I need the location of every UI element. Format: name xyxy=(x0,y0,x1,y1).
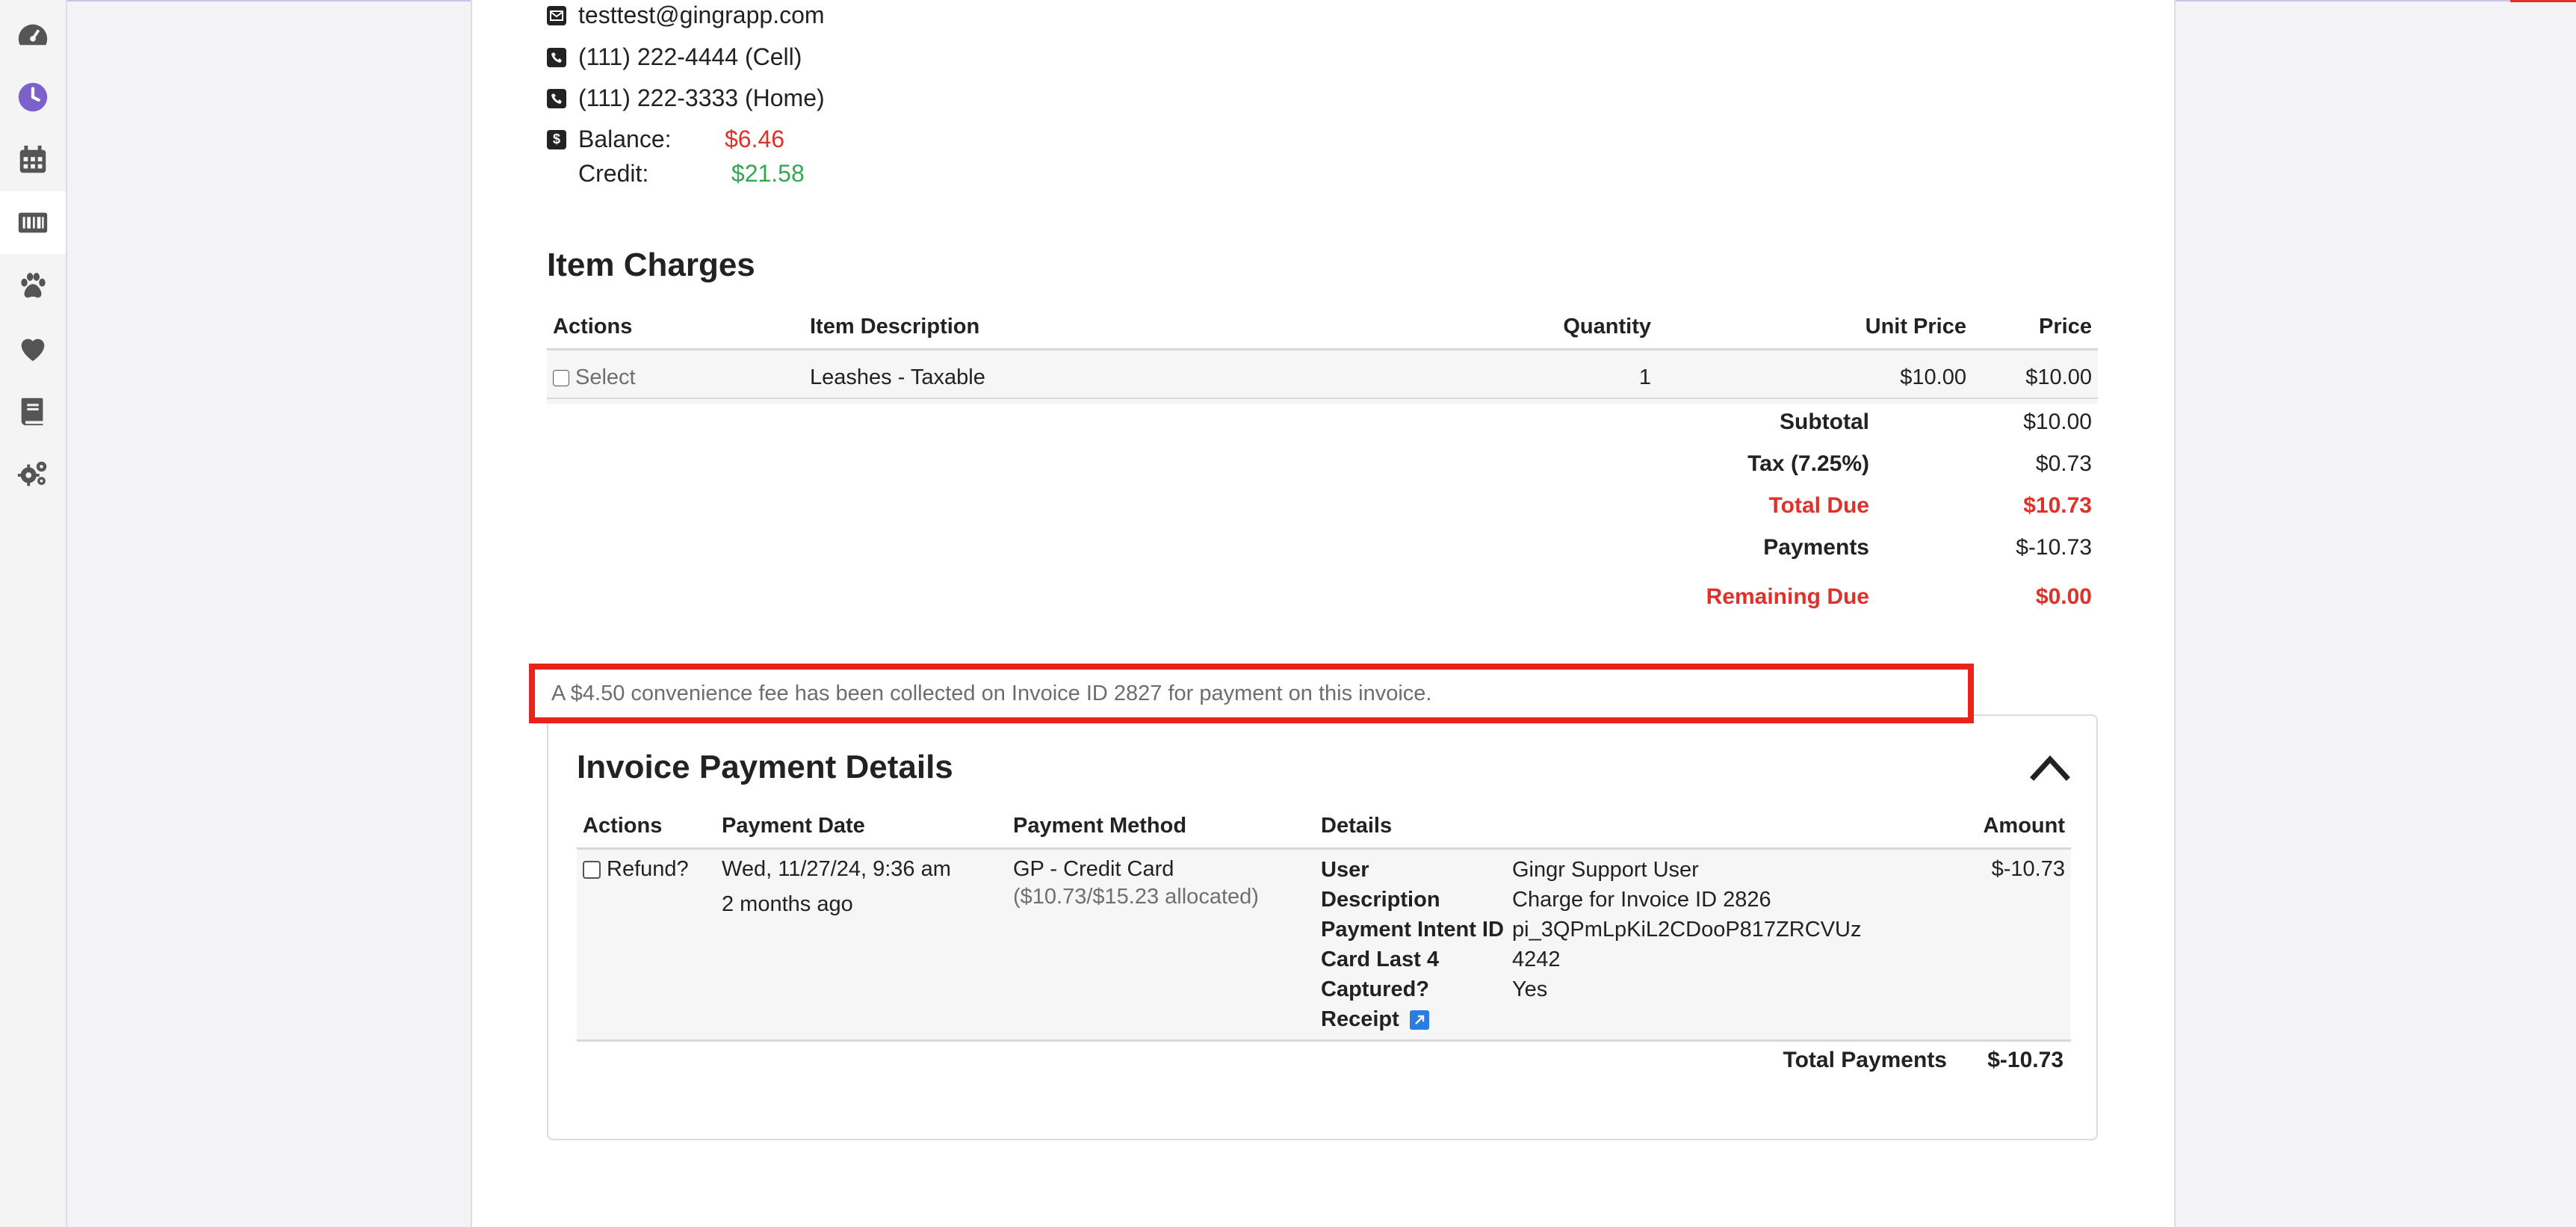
book-icon xyxy=(21,398,43,426)
payment-amount: $-10.73 xyxy=(1939,848,2071,1042)
total-payments-value: $-10.73 xyxy=(1987,1048,2063,1072)
convenience-fee-notice: A $4.50 convenience fee has been collect… xyxy=(529,664,1974,723)
payment-relative-date: 2 months ago xyxy=(722,892,853,916)
contact-email: testtest@gingrapp.com xyxy=(547,1,825,29)
detail-user: Gingr Support User xyxy=(1512,858,1699,882)
table-divider xyxy=(547,398,2098,399)
dashboard-icon xyxy=(18,24,48,46)
payment-method-cell: GP - Credit Card ($10.73/$15.23 allocate… xyxy=(1007,848,1315,1042)
chevron-up-icon[interactable] xyxy=(2029,752,2071,782)
payment-details-title: Invoice Payment Details xyxy=(577,749,953,785)
col-details: Details xyxy=(1315,804,1939,850)
receipt-link[interactable]: Receipt xyxy=(1321,1007,1512,1032)
col-description: Item Description xyxy=(804,305,1428,350)
sidebar-item-clock[interactable] xyxy=(0,66,66,129)
col-quantity: Quantity xyxy=(1428,305,1657,350)
payment-date: Wed, 11/27/24, 9:36 am xyxy=(722,857,951,881)
col-unit-price: Unit Price xyxy=(1657,305,1972,350)
col-price: Price xyxy=(1972,305,2098,350)
heart-icon xyxy=(21,339,45,362)
item-price: $10.00 xyxy=(1972,349,2098,404)
payment-date-cell: Wed, 11/27/24, 9:36 am 2 months ago xyxy=(716,848,1007,1042)
col-actions: Actions xyxy=(577,804,716,850)
item-quantity: 1 xyxy=(1428,349,1657,404)
clock-icon xyxy=(18,82,48,112)
contact-balance: $ Balance: $6.46 xyxy=(547,126,784,153)
col-actions: Actions xyxy=(547,305,804,350)
detail-card-last4: 4242 xyxy=(1512,948,1561,971)
contact-phone-cell: (111) 222-4444 (Cell) xyxy=(547,43,802,71)
payment-method: GP - Credit Card xyxy=(1013,857,1174,881)
select-checkbox[interactable] xyxy=(553,369,569,386)
refund-cell[interactable]: Refund? xyxy=(577,848,716,1042)
payment-details-cell: User Gingr Support User Description Char… xyxy=(1315,848,1939,1042)
col-amount: Amount xyxy=(1939,804,2071,850)
sidebar-item-settings[interactable] xyxy=(0,442,66,505)
sidebar-item-favorites[interactable] xyxy=(0,317,66,380)
balance-value: $6.46 xyxy=(725,126,785,152)
refund-checkbox[interactable] xyxy=(583,861,601,880)
sidebar-item-pets[interactable] xyxy=(0,254,66,317)
detail-intent-id: pi_3QPmLpKiL2CDooP817ZRCVUz xyxy=(1512,918,1862,942)
envelope-icon xyxy=(547,5,566,25)
item-description: Leashes - Taxable xyxy=(804,349,1428,404)
external-link-icon[interactable] xyxy=(1409,1010,1429,1030)
table-row: Refund? Wed, 11/27/24, 9:36 am 2 months … xyxy=(577,848,2071,1042)
credit-value: $21.58 xyxy=(731,160,805,187)
payment-details-table: Actions Payment Date Payment Method Deta… xyxy=(577,804,2071,1042)
paw-icon xyxy=(21,273,46,298)
sidebar-item-dashboard[interactable] xyxy=(0,4,66,67)
payment-allocation: ($10.73/$15.23 allocated) xyxy=(1013,885,1259,909)
table-row: Select Leashes - Taxable 1 $10.00 $10.00 xyxy=(547,349,2098,404)
col-payment-method: Payment Method xyxy=(1007,804,1315,850)
total-payments-label: Total Payments xyxy=(1783,1048,1947,1072)
sidebar-item-barcode[interactable] xyxy=(0,191,66,254)
phone-icon xyxy=(547,47,566,67)
sidebar xyxy=(0,0,67,1227)
contact-credit: Credit: $21.58 xyxy=(578,160,805,187)
item-unit-price: $10.00 xyxy=(1657,349,1972,404)
gears-icon xyxy=(17,461,47,486)
item-charges-title: Item Charges xyxy=(547,247,755,283)
item-charges-table: Actions Item Description Quantity Unit P… xyxy=(547,305,2098,404)
calendar-icon xyxy=(19,145,46,173)
sidebar-item-calendar[interactable] xyxy=(0,129,66,191)
col-payment-date: Payment Date xyxy=(716,804,1007,850)
dollar-icon: $ xyxy=(547,129,566,149)
contact-phone-home: (111) 222-3333 (Home) xyxy=(547,84,825,112)
row-select-cell[interactable]: Select xyxy=(547,349,804,404)
detail-captured: Yes xyxy=(1512,977,1548,1001)
detail-description: Charge for Invoice ID 2826 xyxy=(1512,888,1771,912)
sidebar-item-reports[interactable] xyxy=(0,380,66,442)
barcode-icon xyxy=(18,212,48,233)
phone-icon xyxy=(547,88,566,108)
top-accent-red xyxy=(2510,0,2576,2)
